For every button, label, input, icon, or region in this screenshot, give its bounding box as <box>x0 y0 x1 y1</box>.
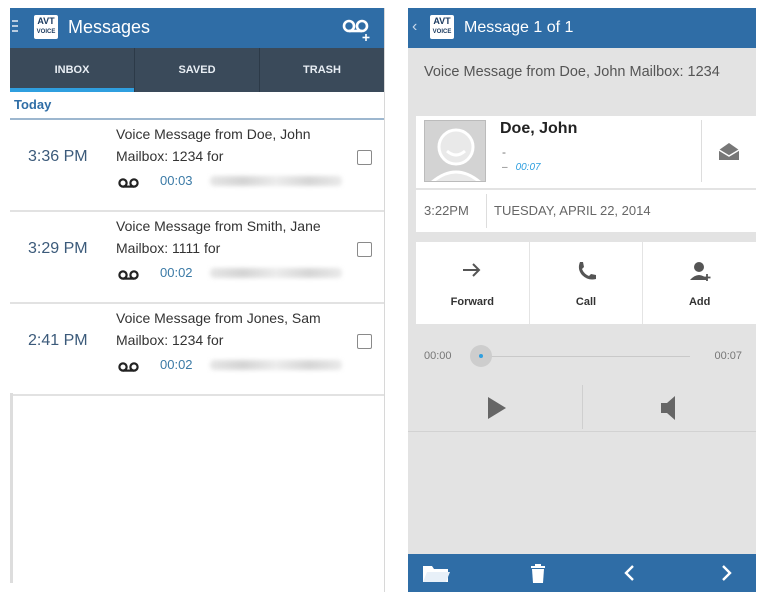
previous-message-button[interactable] <box>616 561 644 585</box>
add-contact-button[interactable]: Add <box>642 242 756 324</box>
save-folder-button[interactable] <box>422 561 450 585</box>
section-header-today: Today <box>10 92 384 120</box>
voicemail-icon <box>118 360 140 378</box>
chevron-left-icon <box>624 565 634 581</box>
play-button[interactable] <box>408 383 582 431</box>
blurred-recipient <box>210 360 342 370</box>
message-row[interactable]: 2:41 PM Voice Message from Jones, Sam Ma… <box>10 304 384 396</box>
logo-subtext: VOICE <box>36 29 56 35</box>
logo-text: AVT <box>433 16 451 26</box>
tab-saved[interactable]: SAVED <box>134 48 259 92</box>
avatar <box>424 120 486 182</box>
message-subject: Voice Message from Smith, Jane <box>116 218 321 234</box>
folder-icon <box>423 566 450 582</box>
menu-icon[interactable] <box>12 20 18 34</box>
play-icon <box>488 397 506 419</box>
action-row: Forward Call Add <box>416 242 756 324</box>
message-checkbox[interactable] <box>357 150 372 165</box>
message-duration: 00:07 <box>515 162 541 173</box>
app-bar: AVT VOICE Messages <box>10 8 384 48</box>
message-time: 3:29 PM <box>28 240 88 257</box>
app-title: Messages <box>68 17 151 37</box>
new-voicemail-icon[interactable] <box>342 16 372 47</box>
bottom-toolbar <box>408 554 756 592</box>
scroll-edge <box>10 393 13 583</box>
message-time: 3:36 PM <box>28 148 88 165</box>
contact-card: Doe, John - –00:07 <box>416 116 756 188</box>
folder-tabs: INBOX SAVED TRASH <box>10 48 384 92</box>
position-start: 00:00 <box>424 350 452 362</box>
duration-dash: – <box>502 162 508 173</box>
forward-button[interactable]: Forward <box>416 242 529 324</box>
add-contact-icon <box>643 260 756 282</box>
back-icon[interactable]: ‹ <box>412 18 417 36</box>
message-row[interactable]: 3:29 PM Voice Message from Smith, Jane M… <box>10 212 384 304</box>
message-detail-screen: ‹ AVT VOICE Message 1 of 1 Voice Message… <box>408 8 756 592</box>
logo-text: AVT <box>37 16 55 26</box>
active-tab-indicator <box>10 88 134 92</box>
seek-handle[interactable] <box>470 345 492 367</box>
message-checkbox[interactable] <box>357 334 372 349</box>
received-date: TUESDAY, APRIL 22, 2014 <box>494 203 651 218</box>
playback-seekbar: 00:00 00:07 <box>408 342 756 372</box>
playback-controls <box>408 383 756 432</box>
logo-subtext: VOICE <box>432 29 452 35</box>
message-mailbox: Mailbox: 1111 for <box>116 240 221 256</box>
message-subject: Voice Message from Jones, Sam <box>116 310 321 326</box>
chevron-right-icon <box>722 565 732 581</box>
avatar-placeholder-icon <box>431 128 481 181</box>
message-time: 2:41 PM <box>28 332 88 349</box>
trash-icon <box>531 564 545 583</box>
message-duration: 00:03 <box>160 173 193 188</box>
delete-button[interactable] <box>524 561 552 585</box>
call-label: Call <box>575 296 597 308</box>
blurred-recipient <box>210 176 342 186</box>
message-mailbox: Mailbox: 1234 for <box>116 148 224 164</box>
phone-icon <box>530 260 643 282</box>
voicemail-icon <box>118 176 140 194</box>
divider <box>486 194 487 228</box>
tab-trash[interactable]: TRASH <box>259 48 384 92</box>
forward-arrow-icon <box>416 260 529 282</box>
contact-number: - <box>502 145 506 159</box>
mark-unread-button[interactable] <box>701 120 756 182</box>
add-label: Add <box>688 296 711 308</box>
call-button[interactable]: Call <box>528 242 643 324</box>
app-logo: AVT VOICE <box>34 15 58 39</box>
screen-title: Message 1 of 1 <box>464 19 574 36</box>
message-duration: 00:02 <box>160 357 193 372</box>
contact-duration-row: –00:07 <box>502 162 541 173</box>
message-duration: 00:02 <box>160 265 193 280</box>
position-end: 00:07 <box>714 350 742 362</box>
envelope-open-icon <box>718 143 740 160</box>
speaker-icon <box>661 396 675 420</box>
received-time: 3:22PM <box>424 203 469 218</box>
received-date-row: 3:22PM TUESDAY, APRIL 22, 2014 <box>416 190 756 232</box>
contact-name: Doe, John <box>500 120 578 137</box>
seek-track[interactable] <box>480 356 690 357</box>
app-logo: AVT VOICE <box>430 15 454 39</box>
message-checkbox[interactable] <box>357 242 372 257</box>
speaker-button[interactable] <box>583 383 756 431</box>
tab-inbox[interactable]: INBOX <box>10 48 134 92</box>
message-subject: Voice Message from Doe, John <box>116 126 311 142</box>
message-mailbox: Mailbox: 1234 for <box>116 332 224 348</box>
messages-screen: AVT VOICE Messages INBOX SAVED TRASH Tod… <box>10 8 385 592</box>
message-subject: Voice Message from Doe, John Mailbox: 12… <box>424 64 720 80</box>
voicemail-icon <box>118 268 140 286</box>
message-row[interactable]: 3:36 PM Voice Message from Doe, John Mai… <box>10 120 384 212</box>
next-message-button[interactable] <box>712 561 740 585</box>
app-bar: ‹ AVT VOICE Message 1 of 1 <box>408 8 756 48</box>
forward-label: Forward <box>450 296 495 308</box>
blurred-recipient <box>210 268 342 278</box>
